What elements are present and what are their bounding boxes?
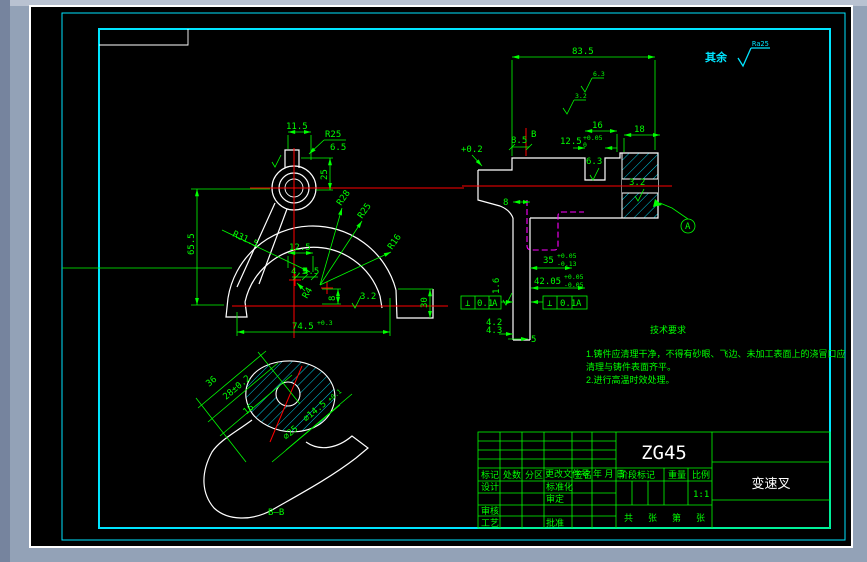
dim-35: 35 [543, 256, 554, 266]
roughness-3-2: 3.2 [360, 292, 376, 302]
dim-8-5: 8.5 [511, 136, 527, 146]
dim-35-hi: +0.05 [557, 252, 577, 260]
dim-4-3: 4.3 [486, 326, 502, 336]
dim-74-5-tol: +0.3 [317, 319, 333, 327]
material-label: ZG45 [641, 442, 687, 464]
weight-label: 重量 [668, 469, 686, 480]
dim-11-5: 11.5 [286, 122, 308, 132]
role-process: 工艺 [481, 518, 499, 528]
dim-12-5: 12.5 [289, 243, 311, 253]
gtol-value: 0.1 [477, 299, 493, 309]
gtol-symbol: ⊥ [547, 299, 553, 309]
gtol-datum: A [492, 299, 498, 309]
rev-col-count: 处数 [503, 469, 521, 480]
cad-window: 其余 Ra25 11.5 R25 6.5 25 65.5 R31.5 12.5 … [0, 0, 867, 562]
tech-req-line-1: 1.铸件应清理干净，不得有砂眼、飞边、未加工表面上的浇冒口应 [586, 348, 846, 359]
gtol-value: 0.1 [560, 299, 576, 309]
dim-12-5-lo: 0 [583, 141, 587, 149]
dim-5: 5 [531, 335, 536, 345]
rev-col-zone: 分区 [525, 470, 543, 480]
dim-42-lo: -0.05 [564, 281, 584, 289]
roughness-6-3: 6.3 [593, 70, 605, 78]
dim-42-hi: +0.05 [564, 273, 584, 281]
datum-letter: A [685, 222, 691, 232]
sheet-unit2-label: 张 [696, 513, 705, 523]
dim-25: 25 [320, 169, 330, 180]
dim-8-leg: 8 [503, 198, 508, 208]
dim-83-5: 83.5 [572, 47, 594, 57]
dim-12-5: 12.5 [560, 137, 582, 147]
window-left-edge [0, 0, 10, 562]
surface-note-value: Ra25 [752, 40, 769, 48]
roughness-1-6: 1.6 [492, 278, 502, 294]
role-check: 审核 [481, 505, 499, 516]
part-name: 变速叉 [751, 476, 790, 491]
roughness-hole: 3.2 [629, 178, 645, 188]
rev-col-sign: 签名 [574, 469, 592, 480]
bb-view-label: B—B [268, 508, 284, 518]
dim-16: 16 [592, 121, 603, 131]
dim-35-lo: -0.13 [557, 260, 577, 268]
dim-18: 18 [634, 125, 645, 135]
dim-8: 8 [328, 296, 338, 301]
sheet-unit-label: 张 [648, 513, 657, 523]
dim-r25: R25 [325, 130, 341, 140]
role-approve: 批准 [546, 517, 564, 528]
surface-note-prefix: 其余 [705, 50, 728, 64]
dim-42-05: 42.05 [534, 277, 561, 287]
roughness-slot: 6.3 [586, 157, 602, 167]
sheet-total-label: 共 [624, 513, 633, 523]
dim-74-5: 74.5 [292, 322, 314, 332]
roughness-3-2: 3.2 [575, 92, 587, 100]
dim-30: 30 [420, 297, 430, 308]
tech-req-line-2: 清理与铸件表面齐平。 [586, 361, 676, 372]
sheet-no-label: 第 [672, 512, 681, 523]
role-standardization: 标准化 [546, 481, 573, 492]
scale-label: 比例 [692, 469, 710, 480]
scale-value: 1:1 [693, 490, 709, 500]
gtol-datum: A [576, 299, 582, 309]
role-design: 设计 [481, 481, 499, 492]
dim-4-5-b: 4.5 [303, 267, 319, 277]
cad-viewport[interactable]: 其余 Ra25 11.5 R25 6.5 25 65.5 R31.5 12.5 … [0, 0, 867, 562]
stage-label: 阶段标记 [619, 469, 655, 480]
drawing-canvas[interactable] [29, 5, 853, 548]
tech-req-line-3: 2.进行高温时效处理。 [586, 374, 675, 385]
gtol-symbol: ⊥ [465, 299, 471, 309]
section-label-B: B [531, 130, 536, 140]
dim-0-2: +0.2 [461, 145, 483, 155]
rev-col-mark: 标记 [481, 469, 499, 480]
role-review: 审定 [546, 493, 564, 504]
dim-65-5: 65.5 [187, 233, 197, 255]
tech-req-title: 技术要求 [650, 324, 686, 335]
dim-6-5: 6.5 [330, 143, 346, 153]
